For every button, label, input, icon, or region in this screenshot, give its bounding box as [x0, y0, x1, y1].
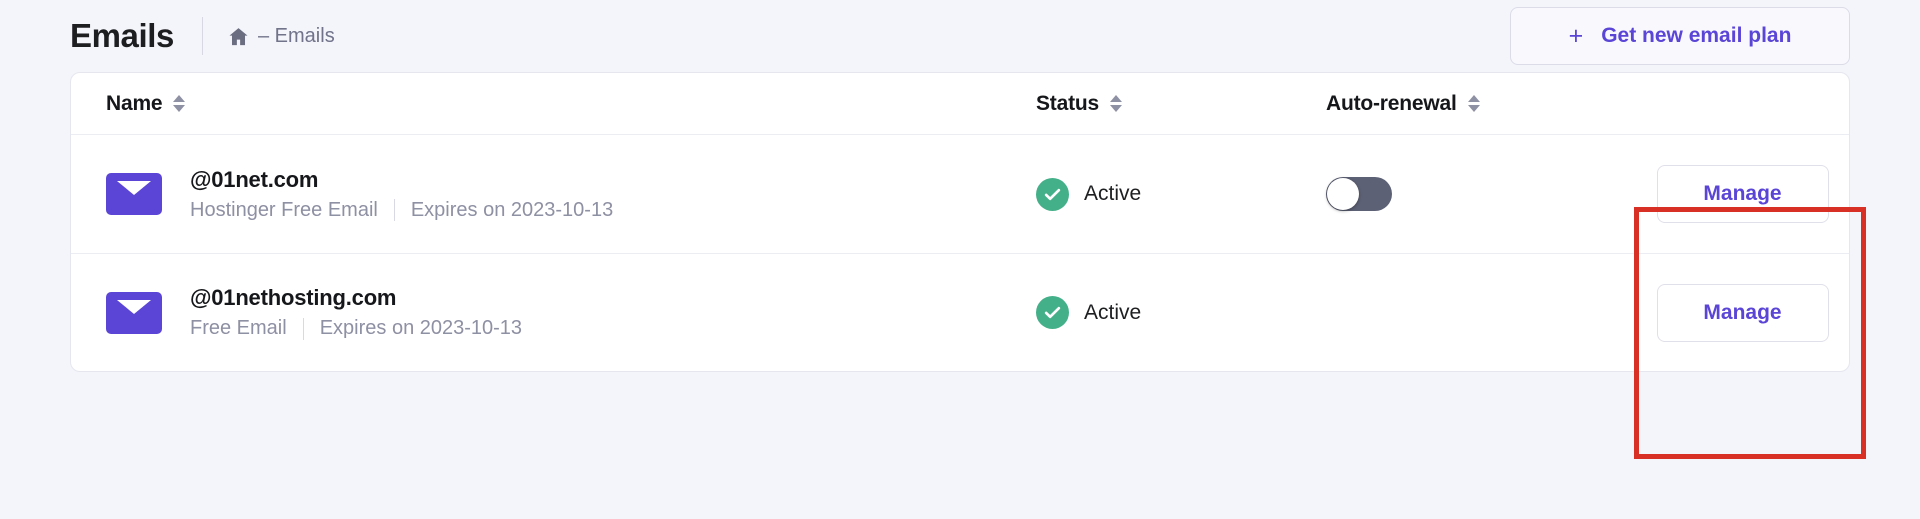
column-label-auto-renewal: Auto-renewal: [1326, 91, 1457, 115]
envelope-icon: [106, 291, 162, 334]
check-circle-icon: [1036, 177, 1069, 211]
table-row: @01nethosting.com Free Email Expires on …: [71, 253, 1849, 371]
name-block: @01net.com Hostinger Free Email Expires …: [190, 167, 613, 222]
cell-action: Manage: [1636, 165, 1849, 223]
breadcrumb[interactable]: – Emails: [227, 25, 335, 48]
meta-separator: [393, 199, 395, 221]
cell-status: Active: [1036, 177, 1326, 211]
sort-icon: [1109, 95, 1122, 112]
expiry-date: Expires on 2023-10-13: [410, 198, 614, 221]
check-circle-icon: [1036, 296, 1069, 329]
breadcrumb-label: – Emails: [258, 24, 335, 47]
header-cell-name: Name: [106, 92, 1036, 116]
status-badge: Active: [1036, 177, 1142, 211]
cell-status: Active: [1036, 296, 1326, 329]
column-label-status: Status: [1036, 91, 1099, 115]
header-left-group: Emails – Emails: [70, 17, 335, 55]
plan-name: Hostinger Free Email: [190, 198, 378, 221]
sort-by-name[interactable]: Name: [106, 91, 186, 116]
home-icon[interactable]: [227, 25, 250, 48]
emails-table-card: Name Status Auto-renewal @01net.com Host…: [70, 72, 1850, 372]
plus-icon: +: [1568, 21, 1584, 50]
table-header-row: Name Status Auto-renewal: [71, 73, 1849, 135]
manage-button[interactable]: Manage: [1656, 165, 1829, 223]
envelope-icon: [106, 173, 162, 215]
column-label-name: Name: [106, 91, 163, 115]
table-row: @01net.com Hostinger Free Email Expires …: [71, 135, 1849, 253]
expiry-date: Expires on 2023-10-13: [319, 317, 523, 339]
status-label: Active: [1084, 182, 1142, 205]
email-meta: Hostinger Free Email Expires on 2023-10-…: [190, 199, 613, 222]
email-meta: Free Email Expires on 2023-10-13: [190, 317, 522, 340]
page-title: Emails: [70, 17, 174, 54]
header-cell-auto-renewal: Auto-renewal: [1326, 92, 1636, 116]
page-header: Emails – Emails + Get new email plan: [70, 0, 1850, 72]
cell-name: @01nethosting.com Free Email Expires on …: [106, 285, 1036, 340]
plan-name: Free Email: [190, 317, 287, 339]
status-badge: Active: [1036, 296, 1141, 329]
get-new-email-plan-label: Get new email plan: [1601, 24, 1792, 47]
meta-separator: [302, 317, 304, 340]
sort-icon: [1467, 95, 1480, 112]
cell-action: Manage: [1636, 283, 1849, 342]
name-block: @01nethosting.com Free Email Expires on …: [190, 285, 522, 340]
cell-auto-renewal: [1326, 177, 1636, 211]
email-domain: @01nethosting.com: [190, 285, 397, 310]
toggle-knob: [1327, 178, 1359, 210]
manage-button[interactable]: Manage: [1656, 283, 1829, 342]
get-new-email-plan-button[interactable]: + Get new email plan: [1510, 7, 1850, 65]
header-cell-status: Status: [1036, 92, 1326, 116]
auto-renewal-toggle[interactable]: [1326, 177, 1392, 211]
email-domain: @01net.com: [190, 166, 319, 192]
sort-icon: [173, 95, 186, 112]
title-divider: [202, 17, 203, 55]
sort-by-auto-renewal[interactable]: Auto-renewal: [1326, 92, 1480, 116]
emails-page: Emails – Emails + Get new email plan Nam…: [0, 0, 1920, 519]
sort-by-status[interactable]: Status: [1036, 92, 1122, 116]
status-label: Active: [1084, 300, 1142, 324]
cell-name: @01net.com Hostinger Free Email Expires …: [106, 167, 1036, 222]
